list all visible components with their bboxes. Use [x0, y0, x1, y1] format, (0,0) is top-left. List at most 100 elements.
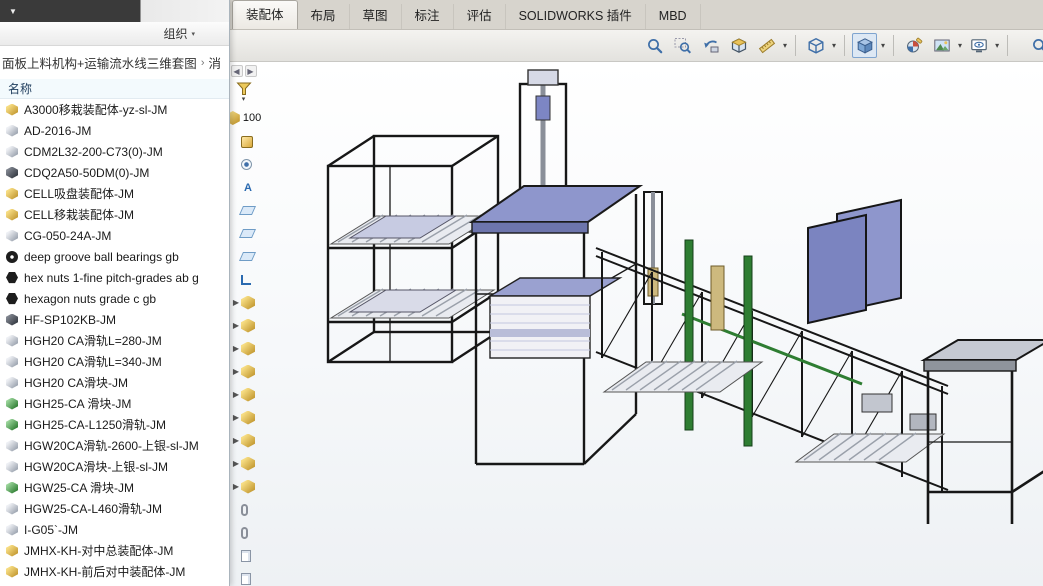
file-row[interactable]: HGH20 CA滑轨L=280-JM: [0, 330, 229, 351]
file-row[interactable]: JMHX-KH-前后对中装配体-JM: [0, 561, 229, 582]
file-row[interactable]: HGW25-CA-L460滑轨-JM: [0, 498, 229, 519]
featuremanager-node[interactable]: [232, 199, 255, 222]
expand-arrow-icon[interactable]: ▶: [232, 390, 240, 399]
purple-panel-front[interactable]: [808, 215, 866, 323]
expand-arrow-icon[interactable]: ▶: [232, 482, 240, 491]
expand-arrow-icon[interactable]: ▶: [232, 367, 240, 376]
measure-dropdown-caret[interactable]: ▾: [783, 33, 787, 58]
file-row[interactable]: CDQ2A50-50DM(0)-JM: [0, 162, 229, 183]
file-row[interactable]: HGW20CA滑块-上银-sl-JM: [0, 456, 229, 477]
file-row[interactable]: HF-SP102KB-JM: [0, 309, 229, 330]
tray-stack[interactable]: [490, 278, 620, 358]
upper-roller-shelf[interactable]: [331, 215, 494, 244]
view-settings-icon[interactable]: [966, 33, 991, 58]
assembly-model-3d[interactable]: [252, 62, 1043, 586]
file-row[interactable]: hexagon nuts grade c gb: [0, 288, 229, 309]
conveyor-box-2[interactable]: [910, 414, 936, 430]
left-loader-frame[interactable]: [328, 136, 498, 362]
view-orientation-icon[interactable]: [803, 33, 828, 58]
file-row[interactable]: A3000移栽装配体-yz-sl-JM: [0, 99, 229, 120]
zoom-to-area-icon[interactable]: [670, 33, 695, 58]
organize-button[interactable]: 组织 ▾: [163, 25, 195, 42]
caret-down-icon[interactable]: ▾: [242, 96, 246, 104]
edit-appearance-icon[interactable]: [901, 33, 926, 58]
featuremanager-node[interactable]: ▶: [232, 360, 255, 383]
featuremanager-node[interactable]: ▶: [232, 291, 255, 314]
file-row[interactable]: I-G05`-JM: [0, 519, 229, 540]
file-row[interactable]: deep groove ball bearings gb: [0, 246, 229, 267]
file-row[interactable]: AD-2016-JM: [0, 120, 229, 141]
featuremanager-node[interactable]: [232, 498, 255, 521]
featuremanager-node[interactable]: [232, 268, 255, 291]
featuremanager-node[interactable]: ▶: [232, 452, 255, 475]
view-settings-caret[interactable]: ▾: [995, 33, 999, 58]
ribbon-tab[interactable]: 草图: [350, 4, 402, 29]
ribbon-tab[interactable]: 标注: [402, 4, 454, 29]
lower-roller-shelf[interactable]: [331, 289, 494, 318]
pane-expand-right-icon[interactable]: ▶: [245, 65, 257, 77]
display-style-caret[interactable]: ▾: [881, 33, 885, 58]
file-row[interactable]: CG-050-24A-JM: [0, 225, 229, 246]
breadcrumb[interactable]: 面板上料机构+运输流水线三维套图 › 消: [0, 46, 229, 79]
ribbon-tab[interactable]: 装配体: [232, 0, 298, 29]
ribbon-tab[interactable]: 布局: [298, 4, 350, 29]
previous-view-icon[interactable]: [698, 33, 723, 58]
file-row[interactable]: HGW20CA滑轨-2600-上银-sl-JM: [0, 435, 229, 456]
view-orientation-caret[interactable]: ▾: [832, 33, 836, 58]
magnifying-glass-icon[interactable]: [1027, 33, 1043, 58]
display-style-icon[interactable]: [852, 33, 877, 58]
file-row[interactable]: HGH20 CA滑块-JM: [0, 372, 229, 393]
featuremanager-node[interactable]: [232, 521, 255, 544]
green-post-2[interactable]: [744, 256, 752, 446]
featuremanager-node[interactable]: ▶: [232, 406, 255, 429]
pane-collapse-left-icon[interactable]: ◀: [231, 65, 243, 77]
file-row[interactable]: CELL吸盘装配体-JM: [0, 183, 229, 204]
file-row[interactable]: CELL移栽装配体-JM: [0, 204, 229, 225]
expand-arrow-icon[interactable]: ▶: [232, 344, 240, 353]
featuremanager-node[interactable]: [232, 130, 255, 153]
featuremanager-root-node[interactable]: 100: [226, 111, 261, 125]
right-roller-bed[interactable]: [796, 433, 944, 462]
expand-arrow-icon[interactable]: ▶: [232, 436, 240, 445]
conveyor-box-1[interactable]: [862, 394, 892, 412]
expand-arrow-icon[interactable]: ▶: [232, 298, 240, 307]
breadcrumb-folder[interactable]: 面板上料机构+运输流水线三维套图: [2, 53, 197, 72]
expand-arrow-icon[interactable]: ▶: [232, 321, 240, 330]
file-row[interactable]: CDM2L32-200-C73(0)-JM: [0, 141, 229, 162]
expand-arrow-icon[interactable]: ▶: [232, 413, 240, 422]
file-row[interactable]: hex nuts 1-fine pitch-grades ab g: [0, 267, 229, 288]
apply-scene-icon[interactable]: [929, 33, 954, 58]
breadcrumb-next-folder[interactable]: 消: [208, 53, 221, 72]
featuremanager-node[interactable]: [232, 567, 255, 586]
graphics-area[interactable]: [230, 62, 1043, 586]
featuremanager-node[interactable]: A: [232, 176, 255, 199]
tan-actuator[interactable]: [711, 266, 724, 330]
file-row[interactable]: HGH25-CA-L1250滑轨-JM: [0, 414, 229, 435]
featuremanager-node[interactable]: ▶: [232, 337, 255, 360]
mid-roller-bed[interactable]: [604, 361, 762, 392]
apply-scene-caret[interactable]: ▾: [958, 33, 962, 58]
featuremanager-node[interactable]: ▶: [232, 383, 255, 406]
file-row[interactable]: HGH25-CA 滑块-JM: [0, 393, 229, 414]
featuremanager-node[interactable]: ▶: [232, 429, 255, 452]
featuremanager-node[interactable]: [232, 222, 255, 245]
column-header-name[interactable]: 名称: [0, 79, 229, 99]
section-view-icon[interactable]: [726, 33, 751, 58]
ribbon-tab[interactable]: SOLIDWORKS 插件: [506, 4, 646, 29]
file-row[interactable]: HGW25-CA 滑块-JM: [0, 477, 229, 498]
measure-icon[interactable]: [754, 33, 779, 58]
zoom-to-fit-icon[interactable]: [642, 33, 667, 58]
file-row[interactable]: JMHX-KH-对中总装配体-JM: [0, 540, 229, 561]
featuremanager-node[interactable]: [232, 544, 255, 567]
expand-arrow-icon[interactable]: ▶: [232, 459, 240, 468]
ribbon-tab[interactable]: 评估: [454, 4, 506, 29]
green-post-1[interactable]: [685, 240, 693, 430]
featuremanager-node[interactable]: ▶: [232, 314, 255, 337]
featuremanager-node[interactable]: [232, 245, 255, 268]
file-row[interactable]: HGH20 CA滑轨L=340-JM: [0, 351, 229, 372]
featuremanager-node[interactable]: [232, 153, 255, 176]
dropdown-caret-icon[interactable]: ▼: [9, 7, 17, 16]
filter-button[interactable]: ▾: [236, 82, 252, 104]
featuremanager-node[interactable]: ▶: [232, 475, 255, 498]
ribbon-tab[interactable]: MBD: [646, 4, 701, 29]
